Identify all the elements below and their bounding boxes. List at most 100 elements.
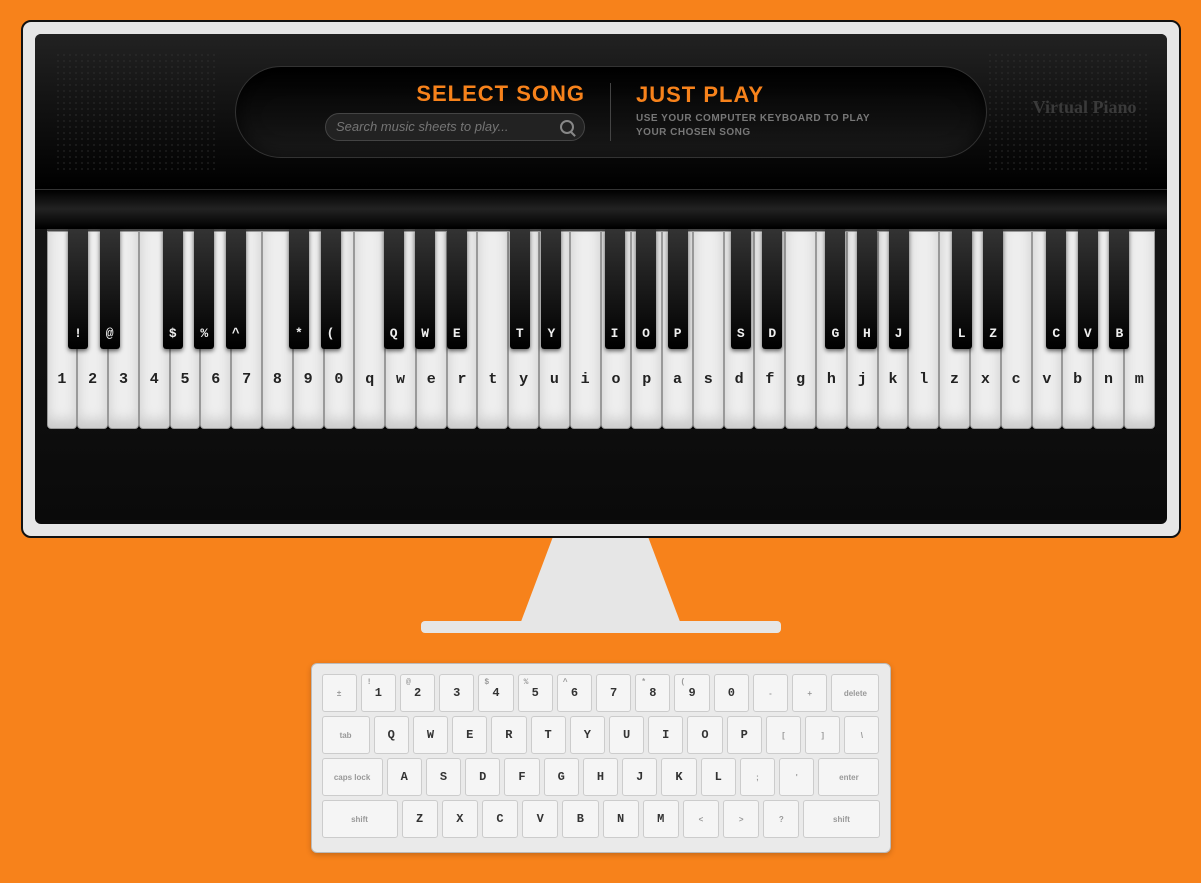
- kbd-key-S[interactable]: S: [426, 758, 461, 796]
- key-label: Q: [390, 326, 398, 341]
- kbd-key-[[interactable]: [: [766, 716, 801, 754]
- speaker-left: [55, 52, 215, 172]
- black-key-^[interactable]: ^: [226, 229, 246, 349]
- kbd-key-;[interactable]: ;: [740, 758, 775, 796]
- black-key-L[interactable]: L: [952, 229, 972, 349]
- black-key-V[interactable]: V: [1078, 229, 1098, 349]
- kbd-key-tab[interactable]: tab: [322, 716, 370, 754]
- kbd-key-9[interactable]: (9: [674, 674, 709, 712]
- kbd-key-F[interactable]: F: [504, 758, 539, 796]
- top-panel: SELECT SONG JUST PLAY USE YOUR COMPUTER …: [35, 34, 1167, 189]
- kbd-key-I[interactable]: I: [648, 716, 683, 754]
- white-key-c[interactable]: c: [1001, 231, 1032, 429]
- black-key-C[interactable]: C: [1046, 229, 1066, 349]
- black-key-E[interactable]: E: [447, 229, 467, 349]
- kbd-key-Q[interactable]: Q: [374, 716, 409, 754]
- black-key-Y[interactable]: Y: [541, 229, 561, 349]
- kbd-key-4[interactable]: $4: [478, 674, 513, 712]
- kbd-key-0[interactable]: 0: [714, 674, 749, 712]
- kbd-key-2[interactable]: @2: [400, 674, 435, 712]
- key-label: d: [735, 371, 744, 388]
- kbd-key-1[interactable]: !1: [361, 674, 396, 712]
- kbd-key-±[interactable]: ±: [322, 674, 357, 712]
- kbd-key-R[interactable]: R: [491, 716, 526, 754]
- search-box[interactable]: [325, 113, 585, 141]
- black-key-Z[interactable]: Z: [983, 229, 1003, 349]
- black-key-![interactable]: !: [68, 229, 88, 349]
- white-key-q[interactable]: q: [354, 231, 385, 429]
- kbd-key-J[interactable]: J: [622, 758, 657, 796]
- kbd-key--[interactable]: -: [753, 674, 788, 712]
- kbd-key-T[interactable]: T: [531, 716, 566, 754]
- kbd-key-6[interactable]: ^6: [557, 674, 592, 712]
- white-key-g[interactable]: g: [785, 231, 816, 429]
- kbd-key-V[interactable]: V: [522, 800, 558, 838]
- key-label: 0: [334, 371, 343, 388]
- white-key-i[interactable]: i: [570, 231, 601, 429]
- kbd-key-D[interactable]: D: [465, 758, 500, 796]
- black-key-O[interactable]: O: [636, 229, 656, 349]
- kbd-key-\[interactable]: \: [844, 716, 879, 754]
- key-label: 6: [211, 371, 220, 388]
- black-key-*[interactable]: *: [289, 229, 309, 349]
- kbd-key-Z[interactable]: Z: [402, 800, 438, 838]
- kbd-key-A[interactable]: A: [387, 758, 422, 796]
- kbd-key-P[interactable]: P: [727, 716, 762, 754]
- black-key-B[interactable]: B: [1109, 229, 1129, 349]
- kbd-key-N[interactable]: N: [603, 800, 639, 838]
- kbd-key-G[interactable]: G: [544, 758, 579, 796]
- piano-screen: SELECT SONG JUST PLAY USE YOUR COMPUTER …: [35, 34, 1167, 524]
- kbd-key-E[interactable]: E: [452, 716, 487, 754]
- black-key-J[interactable]: J: [889, 229, 909, 349]
- black-key-G[interactable]: G: [825, 229, 845, 349]
- black-key-T[interactable]: T: [510, 229, 530, 349]
- kbd-key-Y[interactable]: Y: [570, 716, 605, 754]
- white-key-t[interactable]: t: [477, 231, 508, 429]
- kbd-key-+[interactable]: +: [792, 674, 827, 712]
- kbd-key-X[interactable]: X: [442, 800, 478, 838]
- black-key-D[interactable]: D: [762, 229, 782, 349]
- kbd-key-caps lock[interactable]: caps lock: [322, 758, 383, 796]
- black-key-S[interactable]: S: [731, 229, 751, 349]
- black-key-([interactable]: (: [321, 229, 341, 349]
- white-key-l[interactable]: l: [908, 231, 939, 429]
- key-label: 2: [88, 371, 97, 388]
- black-key-H[interactable]: H: [857, 229, 877, 349]
- kbd-key-7[interactable]: 7: [596, 674, 631, 712]
- kbd-key-?[interactable]: ?: [763, 800, 799, 838]
- kbd-key->[interactable]: >: [723, 800, 759, 838]
- kbd-key-shift[interactable]: shift: [803, 800, 879, 838]
- kbd-key-L[interactable]: L: [701, 758, 736, 796]
- key-label: 3: [119, 371, 128, 388]
- kbd-key-W[interactable]: W: [413, 716, 448, 754]
- kbd-key-3[interactable]: 3: [439, 674, 474, 712]
- key-label: m: [1135, 371, 1144, 388]
- kbd-key-C[interactable]: C: [482, 800, 518, 838]
- black-key-P[interactable]: P: [668, 229, 688, 349]
- kbd-key-8[interactable]: *8: [635, 674, 670, 712]
- black-key-I[interactable]: I: [605, 229, 625, 349]
- kbd-key-][interactable]: ]: [805, 716, 840, 754]
- key-label: 9: [304, 371, 313, 388]
- kbd-key-K[interactable]: K: [661, 758, 696, 796]
- black-key-$[interactable]: $: [163, 229, 183, 349]
- key-label: 5: [181, 371, 190, 388]
- white-key-s[interactable]: s: [693, 231, 724, 429]
- kbd-key-shift[interactable]: shift: [322, 800, 398, 838]
- kbd-key-'[interactable]: ': [779, 758, 814, 796]
- kbd-key-delete[interactable]: delete: [831, 674, 879, 712]
- kbd-key-5[interactable]: %5: [518, 674, 553, 712]
- kbd-key-M[interactable]: M: [643, 800, 679, 838]
- kbd-key-<[interactable]: <: [683, 800, 719, 838]
- kbd-key-H[interactable]: H: [583, 758, 618, 796]
- kbd-key-O[interactable]: O: [687, 716, 722, 754]
- black-key-@[interactable]: @: [100, 229, 120, 349]
- black-key-%[interactable]: %: [194, 229, 214, 349]
- kbd-key-enter[interactable]: enter: [818, 758, 879, 796]
- black-key-W[interactable]: W: [415, 229, 435, 349]
- black-key-Q[interactable]: Q: [384, 229, 404, 349]
- kbd-key-U[interactable]: U: [609, 716, 644, 754]
- key-label: O: [642, 326, 650, 341]
- kbd-key-B[interactable]: B: [562, 800, 598, 838]
- search-input[interactable]: [336, 119, 560, 134]
